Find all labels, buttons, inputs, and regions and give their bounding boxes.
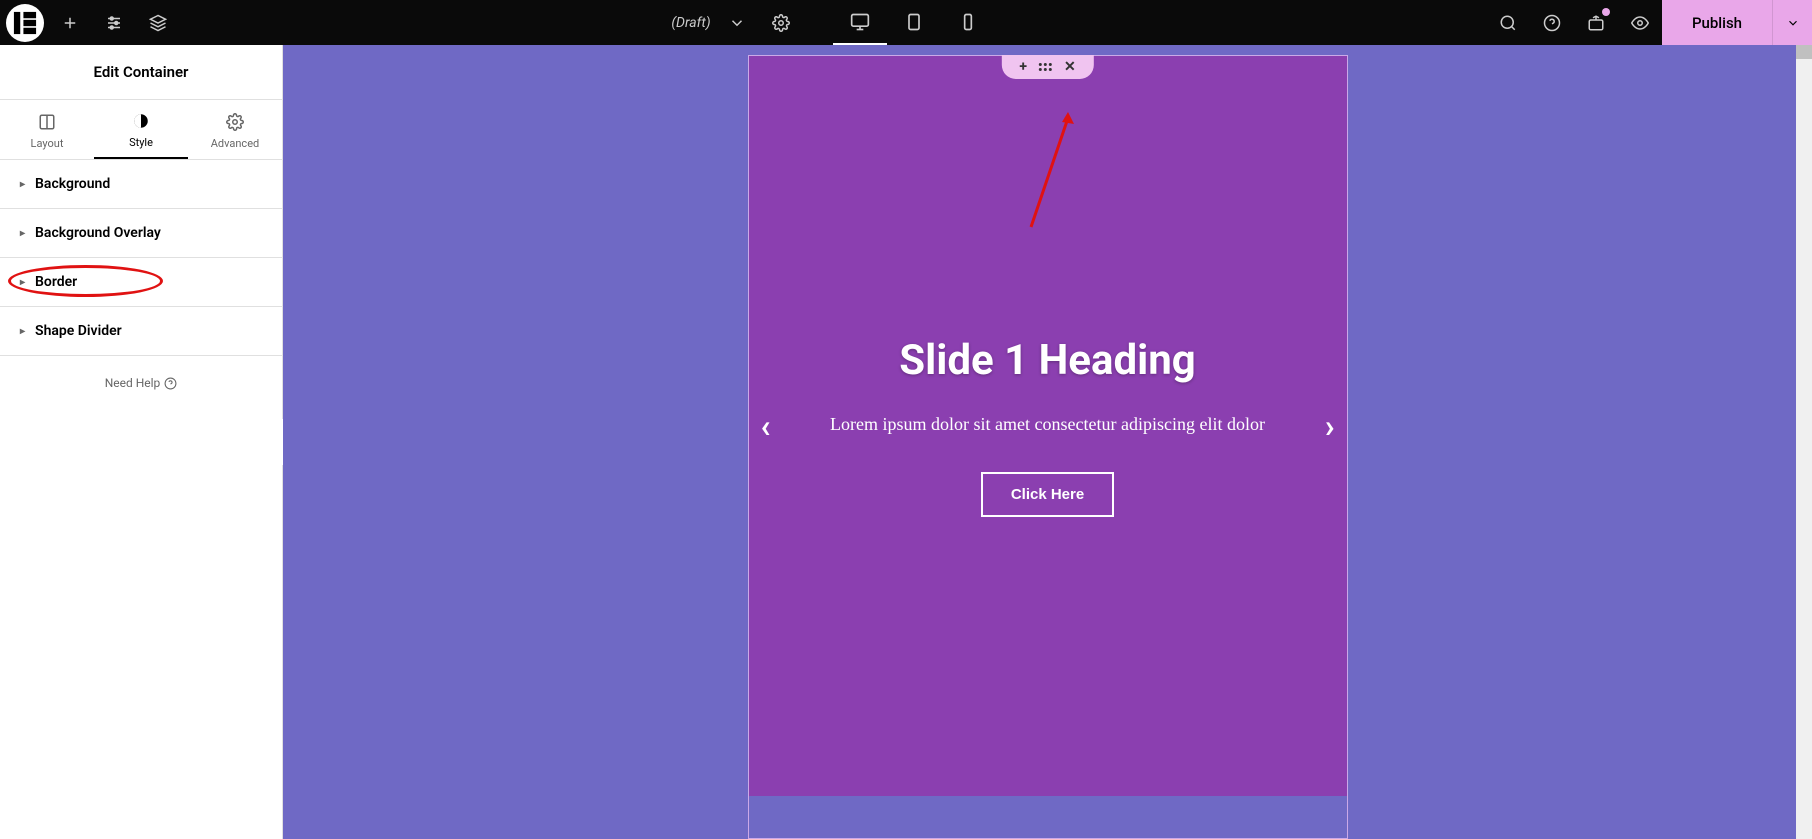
tab-style-label: Style [129, 136, 153, 149]
mobile-view-button[interactable] [941, 0, 995, 45]
chevron-right-icon: ▸ [20, 228, 25, 239]
accordion-shape-divider-label: Shape Divider [35, 323, 122, 339]
page-settings-button[interactable] [759, 0, 803, 45]
slide-prev-button[interactable]: ‹ [761, 407, 771, 445]
style-icon [132, 112, 150, 130]
toolbar-right-group: Publish [1486, 0, 1812, 45]
panel-title: Edit Container [0, 45, 282, 100]
toolbar-left-group [0, 0, 180, 45]
toolbar-center-group: (Draft) [180, 0, 1486, 45]
editor-panel: Edit Container Layout Style Advanced ▸ B… [0, 45, 283, 839]
chevron-right-icon: ▸ [20, 277, 25, 288]
slide-widget[interactable]: ‹ › Slide 1 Heading Lorem ipsum dolor si… [749, 56, 1347, 796]
publish-options-dropdown[interactable] [1772, 0, 1812, 45]
gear-icon [226, 113, 244, 131]
tab-layout-label: Layout [31, 137, 64, 150]
slide-heading[interactable]: Slide 1 Heading [899, 336, 1196, 385]
need-help-link[interactable]: Need Help [0, 356, 282, 410]
tab-advanced[interactable]: Advanced [188, 100, 282, 159]
panel-tabs: Layout Style Advanced [0, 100, 282, 160]
help-circle-icon [164, 377, 177, 390]
container-add-button[interactable]: + [1019, 59, 1027, 75]
structure-button[interactable] [136, 0, 180, 45]
container-edit-handle: + ✕ [1001, 55, 1093, 79]
main-area: Edit Container Layout Style Advanced ▸ B… [0, 45, 1812, 839]
need-help-label: Need Help [105, 376, 161, 390]
tab-advanced-label: Advanced [211, 137, 259, 150]
help-button[interactable] [1530, 0, 1574, 45]
top-toolbar: (Draft) Publish [0, 0, 1812, 45]
publish-button[interactable]: Publish [1662, 0, 1772, 45]
slide-cta-button[interactable]: Click Here [981, 472, 1114, 517]
tablet-view-button[interactable] [887, 0, 941, 45]
accordion-background-label: Background [35, 176, 110, 192]
preview-button[interactable] [1618, 0, 1662, 45]
accordion-shape-divider[interactable]: ▸ Shape Divider [0, 307, 282, 356]
finder-search-button[interactable] [1486, 0, 1530, 45]
scrollbar-up-arrow[interactable] [1796, 45, 1812, 59]
whats-new-button[interactable] [1574, 0, 1618, 45]
selected-container[interactable]: + ✕ ‹ › Slide 1 Heading Lorem ipsum dolo… [748, 55, 1348, 839]
accordion-background-overlay-label: Background Overlay [35, 225, 161, 241]
draft-dropdown-button[interactable] [715, 0, 759, 45]
tab-style[interactable]: Style [94, 100, 188, 159]
accordion-border-label: Border [35, 274, 77, 290]
tab-layout[interactable]: Layout [0, 100, 94, 159]
draft-status-label: (Draft) [671, 15, 710, 31]
publish-label: Publish [1692, 14, 1742, 32]
container-drag-handle[interactable] [1039, 63, 1052, 71]
add-element-button[interactable] [48, 0, 92, 45]
slide-next-button[interactable]: › [1325, 407, 1335, 445]
chevron-right-icon: ▸ [20, 326, 25, 337]
elementor-logo[interactable] [6, 4, 44, 42]
editing-canvas[interactable]: + ✕ ‹ › Slide 1 Heading Lorem ipsum dolo… [283, 45, 1812, 839]
accordion-background[interactable]: ▸ Background [0, 160, 282, 209]
desktop-view-button[interactable] [833, 0, 887, 45]
accordion-background-overlay[interactable]: ▸ Background Overlay [0, 209, 282, 258]
site-settings-button[interactable] [92, 0, 136, 45]
chevron-right-icon: ▸ [20, 179, 25, 190]
accordion-border[interactable]: ▸ Border [0, 258, 282, 307]
canvas-scrollbar[interactable] [1796, 45, 1812, 839]
container-delete-button[interactable]: ✕ [1064, 59, 1076, 75]
layout-icon [38, 113, 56, 131]
slide-description[interactable]: Lorem ipsum dolor sit amet consectetur a… [830, 411, 1265, 438]
